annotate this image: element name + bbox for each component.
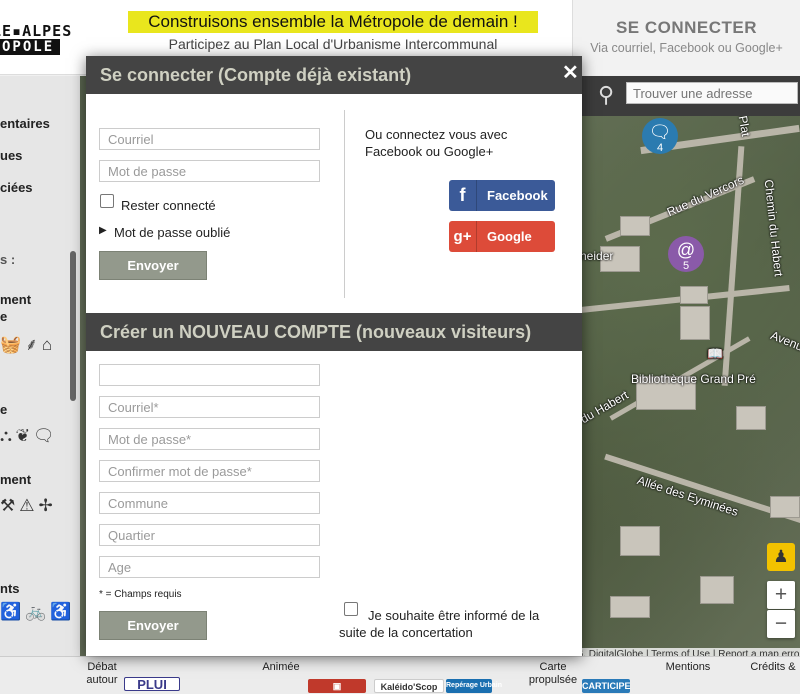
register-quartier-field[interactable] xyxy=(99,524,320,546)
register-commune-field[interactable] xyxy=(99,492,320,514)
register-submit-button[interactable]: Envoyer xyxy=(99,611,207,640)
zoom-out-button[interactable]: − xyxy=(767,610,795,638)
required-fields-note: * = Champs requis xyxy=(99,589,182,600)
search-icon[interactable]: ⚲ xyxy=(598,82,614,108)
login-modal: Se connecter (Compte déjà existant) ✕ Re… xyxy=(86,56,582,656)
logo-line-2: OPOLE xyxy=(0,39,61,55)
map-label-habert-2: du Habert xyxy=(578,387,631,427)
sidebar-item-associees[interactable]: ciées xyxy=(0,180,33,195)
map-building xyxy=(700,576,734,604)
google-label: Google xyxy=(487,229,532,244)
facebook-label: Facebook xyxy=(487,188,548,203)
email-marker[interactable]: @ 5 xyxy=(668,236,704,272)
marker-count: 5 xyxy=(682,260,690,272)
map-building xyxy=(680,306,710,340)
map-building xyxy=(610,596,650,618)
login-submit-button[interactable]: Envoyer xyxy=(99,251,207,280)
map-building xyxy=(620,216,650,236)
sidebar-section-label: s : xyxy=(0,252,16,267)
map-building xyxy=(736,406,766,430)
sidebar-icons-row-2[interactable]: ⛬❦🗨 xyxy=(0,426,58,446)
logo-line-1: LE▪ALPES xyxy=(0,22,73,40)
sidebar-category-1[interactable]: ment xyxy=(0,292,31,307)
remember-me-checkbox[interactable] xyxy=(100,194,114,208)
zoom-in-button[interactable]: + xyxy=(767,581,795,609)
map-building xyxy=(620,526,660,556)
sidebar-category-2[interactable]: e xyxy=(0,402,7,417)
footer-logo-partner[interactable]: ▣ xyxy=(308,679,366,693)
footer-logo-reperage[interactable]: Repérage Urbain xyxy=(446,679,502,693)
sidebar-icons-row-4[interactable]: ♿🚲♿ xyxy=(0,602,76,622)
footer-credits-link[interactable]: Crédits & xyxy=(748,661,798,674)
forgot-password-link[interactable]: Mot de passe oublié xyxy=(114,225,230,240)
site-logo[interactable]: LE▪ALPES OPOLE xyxy=(0,22,80,58)
register-title: Créer un NOUVEAU COMPTE (nouveaux visite… xyxy=(100,322,532,342)
login-divider xyxy=(344,110,345,298)
register-header: Créer un NOUVEAU COMPTE (nouveaux visite… xyxy=(86,313,582,351)
register-age-field[interactable] xyxy=(99,556,320,578)
marker-count: 4 xyxy=(656,142,664,154)
left-sidebar: entaires ues ciées s : ment e 🧺⸙⌂ e ⛬❦🗨 … xyxy=(0,76,80,656)
register-email-field[interactable] xyxy=(99,396,320,418)
map-building xyxy=(680,286,708,304)
social-login-text: Ou connectez vous avec Facebook ou Googl… xyxy=(365,127,508,159)
address-search-input[interactable] xyxy=(626,82,798,104)
map-building xyxy=(770,496,800,518)
register-pseudo-field[interactable] xyxy=(99,364,320,386)
banner-title: Construisons ensemble la Métropole de de… xyxy=(128,11,538,33)
footer-animee: Animée xyxy=(262,661,300,673)
email-field[interactable] xyxy=(99,128,320,150)
sidebar-category-1b: e xyxy=(0,309,8,324)
map-label-bibliotheque: Bibliothèque Grand Pré xyxy=(631,372,756,386)
remember-me-label: Rester connecté xyxy=(121,198,216,213)
register-confirm-password-field[interactable] xyxy=(99,460,320,482)
password-field[interactable] xyxy=(99,160,320,182)
facebook-icon: f xyxy=(449,180,477,211)
comment-marker[interactable]: 🗨 4 xyxy=(642,118,678,154)
newsletter-label: Je souhaite être informé de la suite de … xyxy=(339,608,540,640)
footer-carte: Carte propulsée xyxy=(528,661,578,686)
map-label-habert: Chemin du Habert xyxy=(761,178,786,278)
speech-bubble-icon: 🗨 xyxy=(648,122,672,142)
header-login-subtitle: Via courriel, Facebook ou Google+ xyxy=(590,41,783,55)
sidebar-category-3[interactable]: ment xyxy=(0,472,31,487)
login-title: Se connecter (Compte déjà existant) xyxy=(100,65,412,85)
footer-logo-plui[interactable]: PLUI xyxy=(124,677,180,692)
google-plus-icon: g+ xyxy=(449,221,477,252)
google-login-button[interactable]: g+ Google xyxy=(449,221,555,252)
sidebar-category-4[interactable]: nts xyxy=(0,581,20,596)
header-login-button[interactable]: SE CONNECTER Via courriel, Facebook ou G… xyxy=(572,0,800,75)
street-view-pegman-icon[interactable]: ♟ xyxy=(767,543,795,571)
map-label-schneider: neider xyxy=(580,249,614,263)
sidebar-icons-row-3[interactable]: ⚒⚠✢ xyxy=(0,496,57,516)
map-label-avenue: Avenu xyxy=(768,328,800,354)
sidebar-icons-row-1[interactable]: 🧺⸙⌂ xyxy=(0,332,56,355)
at-sign-icon: @ xyxy=(676,240,696,260)
map-label-bibliotheque-icon: 📖 xyxy=(707,346,724,361)
sidebar-item-questions[interactable]: ues xyxy=(0,148,22,163)
footer-logo-carticipe[interactable]: CARTICIPE xyxy=(582,679,631,693)
facebook-login-button[interactable]: f Facebook xyxy=(449,180,555,211)
close-icon[interactable]: ✕ xyxy=(562,60,579,85)
header-login-title: SE CONNECTER xyxy=(615,18,758,37)
footer-mentions-link[interactable]: Mentions xyxy=(660,661,716,674)
caret-right-icon: ▶ xyxy=(99,225,107,236)
banner-subtitle: Participez au Plan Local d'Urbanisme Int… xyxy=(168,36,498,52)
site-footer: Débat autour PLUI Animée ▣ Kaléido'Scop … xyxy=(0,656,800,694)
sidebar-item-commentaires[interactable]: entaires xyxy=(0,116,50,131)
sidebar-scrollbar[interactable] xyxy=(70,251,76,401)
map-label-plat: Plat xyxy=(735,114,754,138)
register-password-field[interactable] xyxy=(99,428,320,450)
footer-logo-kaleidoscop[interactable]: Kaléido'Scop xyxy=(374,679,444,693)
footer-debat: Débat autour xyxy=(86,661,118,686)
login-header: Se connecter (Compte déjà existant) xyxy=(86,56,582,94)
